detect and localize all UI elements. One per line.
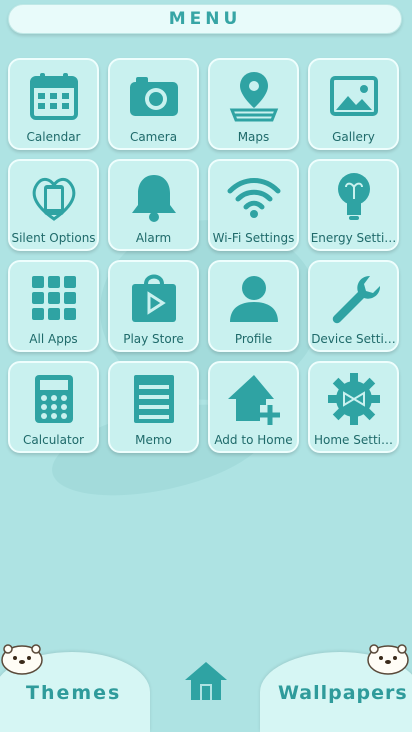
page-title: MENU bbox=[168, 9, 242, 29]
home-icon[interactable] bbox=[183, 658, 229, 704]
wallpapers-label[interactable]: Wallpapers bbox=[278, 682, 408, 704]
tile-home-settings[interactable]: Home Setti… bbox=[308, 361, 399, 453]
tile-label: Home Setti… bbox=[314, 433, 393, 447]
tile-add-to-home[interactable]: Add to Home bbox=[208, 361, 299, 453]
tile-label: Camera bbox=[129, 130, 178, 144]
tile-label: Play Store bbox=[123, 332, 184, 346]
tile-label: Device Setti… bbox=[311, 332, 396, 346]
calendar-icon bbox=[26, 68, 82, 124]
tile-profile[interactable]: Profile bbox=[208, 260, 299, 352]
wifi-icon bbox=[226, 169, 282, 225]
menu-title-bar: MENU bbox=[8, 4, 402, 34]
tile-camera[interactable]: Camera bbox=[108, 58, 199, 150]
tile-maps[interactable]: Maps bbox=[208, 58, 299, 150]
otter-illustration-left bbox=[1, 644, 43, 675]
themes-label[interactable]: Themes bbox=[26, 682, 121, 704]
tile-label: Maps bbox=[237, 130, 270, 144]
tile-label: Calculator bbox=[23, 433, 84, 447]
profile-icon bbox=[226, 270, 282, 326]
play-store-icon bbox=[126, 270, 182, 326]
silent-phone-icon bbox=[26, 169, 82, 225]
tile-wifi-settings[interactable]: Wi-Fi Settings bbox=[208, 159, 299, 251]
gear-icon bbox=[326, 371, 382, 427]
apps-grid-icon bbox=[26, 270, 82, 326]
memo-icon bbox=[126, 371, 182, 427]
map-pin-icon bbox=[226, 68, 282, 124]
tile-label: Alarm bbox=[135, 231, 172, 245]
gallery-icon bbox=[326, 68, 382, 124]
bell-icon bbox=[126, 169, 182, 225]
tile-label: Energy Setti… bbox=[310, 231, 397, 245]
wrench-icon bbox=[326, 270, 382, 326]
calculator-icon bbox=[26, 371, 82, 427]
tile-label: Profile bbox=[234, 332, 273, 346]
otter-illustration-right bbox=[367, 644, 409, 675]
tile-energy-settings[interactable]: Energy Setti… bbox=[308, 159, 399, 251]
tile-calculator[interactable]: Calculator bbox=[8, 361, 99, 453]
tile-label: Silent Options bbox=[11, 231, 96, 245]
tile-device-settings[interactable]: Device Setti… bbox=[308, 260, 399, 352]
tile-play-store[interactable]: Play Store bbox=[108, 260, 199, 352]
tile-silent-options[interactable]: Silent Options bbox=[8, 159, 99, 251]
tile-label: Wi-Fi Settings bbox=[212, 231, 295, 245]
tile-label: All Apps bbox=[29, 332, 78, 346]
tile-memo[interactable]: Memo bbox=[108, 361, 199, 453]
tile-alarm[interactable]: Alarm bbox=[108, 159, 199, 251]
camera-icon bbox=[126, 68, 182, 124]
add-home-icon bbox=[226, 371, 282, 427]
lightbulb-icon bbox=[326, 169, 382, 225]
tile-label: Gallery bbox=[332, 130, 375, 144]
tile-gallery[interactable]: Gallery bbox=[308, 58, 399, 150]
tile-calendar[interactable]: Calendar bbox=[8, 58, 99, 150]
tile-label: Add to Home bbox=[214, 433, 293, 447]
tile-label: Memo bbox=[135, 433, 172, 447]
tile-label: Calendar bbox=[26, 130, 81, 144]
tile-all-apps[interactable]: All Apps bbox=[8, 260, 99, 352]
